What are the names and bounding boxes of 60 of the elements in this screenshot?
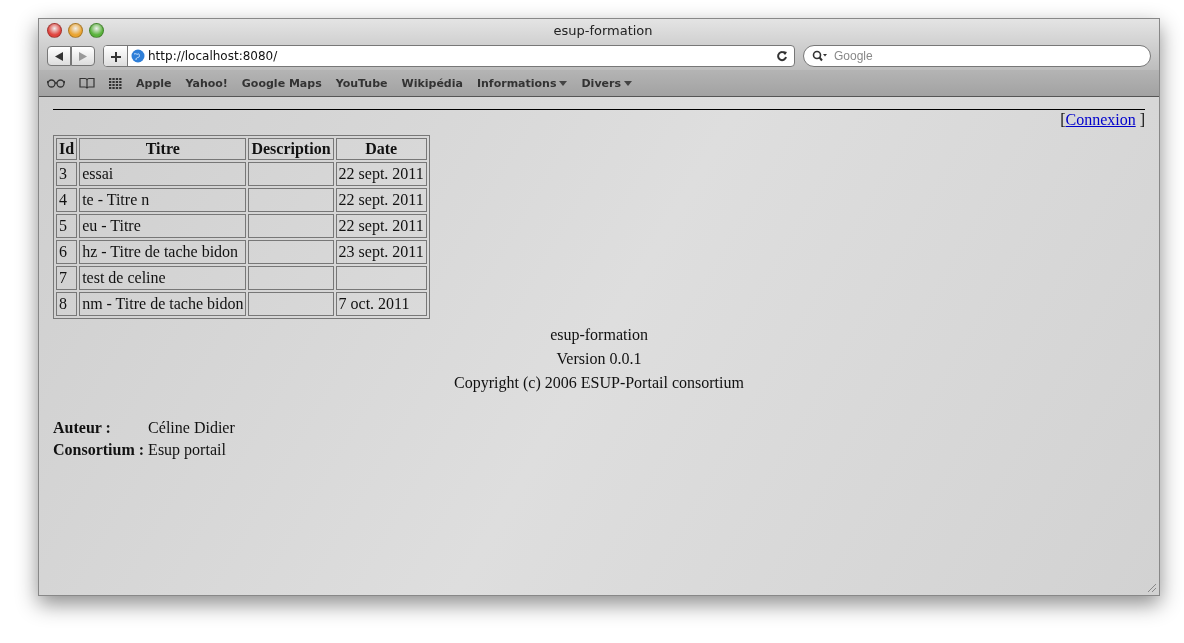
login-link[interactable]: Connexion <box>1065 111 1136 128</box>
login-text: [Connexion ] <box>1060 111 1145 129</box>
table-cell: 8 <box>56 292 78 316</box>
column-header: Id <box>56 138 78 160</box>
minimize-icon[interactable] <box>68 23 83 38</box>
bookmark-link[interactable]: Yahoo! <box>185 76 228 90</box>
table-cell: 7 oct. 2011 <box>335 292 427 316</box>
table-cell: nm - Titre de tache bidon <box>79 292 247 316</box>
table-cell: 7 <box>56 266 78 290</box>
table-cell: 5 <box>56 214 78 238</box>
bookmark-link[interactable]: Apple <box>136 76 172 90</box>
search-bar[interactable]: Google <box>803 45 1151 67</box>
footer-text: Copyright (c) 2006 ESUP-Portail consortium <box>454 373 744 394</box>
bookmark-link[interactable]: YouTube <box>335 76 388 90</box>
table-cell: 22 sept. 2011 <box>335 214 427 238</box>
info-value: Esup portail <box>148 440 227 461</box>
table-cell: hz - Titre de tache bidon <box>79 240 247 264</box>
glasses-icon[interactable] <box>47 78 65 88</box>
table-cell: 3 <box>56 162 78 186</box>
url-text: http://localhost:8080/ <box>147 49 279 63</box>
column-header: Titre <box>79 138 247 160</box>
grid-icon[interactable] <box>109 77 122 89</box>
table-cell: te - Titre n <box>79 188 247 212</box>
table-cell: 23 sept. 2011 <box>335 240 427 264</box>
table-cell: test de celine <box>79 266 247 290</box>
bookmark-link[interactable]: Wikipédia <box>401 76 463 90</box>
footer-text: esup-formation <box>550 325 648 346</box>
column-header: Date <box>335 138 427 160</box>
globe-icon <box>131 49 145 63</box>
forward-button[interactable] <box>71 46 95 66</box>
table-cell: 4 <box>56 188 78 212</box>
caret-icon <box>624 80 632 87</box>
table-cell: essai <box>79 162 247 186</box>
bookmark-link[interactable]: Divers <box>581 76 632 90</box>
table-cell: 22 sept. 2011 <box>335 188 427 212</box>
column-header: Description <box>248 138 334 160</box>
info-label: Auteur : <box>53 418 112 438</box>
back-button[interactable] <box>47 46 71 66</box>
plus-icon <box>110 51 121 62</box>
close-icon[interactable] <box>47 23 62 38</box>
table-cell: 22 sept. 2011 <box>335 162 427 186</box>
window-title: esup-formation <box>552 23 654 38</box>
info-label: Consortium : <box>53 440 145 460</box>
reload-icon[interactable] <box>776 50 788 62</box>
caret-icon <box>559 80 568 87</box>
footer-text: Version 0.0.1 <box>556 349 642 369</box>
resize-grip-icon[interactable] <box>1147 583 1157 593</box>
search-field[interactable]: Google <box>832 48 1150 64</box>
table-cell: 6 <box>56 240 78 264</box>
info-value: Céline Didier <box>148 418 235 438</box>
address-field[interactable]: http://localhost:8080/ <box>103 45 795 67</box>
bookmark-link[interactable]: Informations <box>476 76 568 90</box>
forward-icon <box>79 51 87 61</box>
back-icon <box>55 51 63 61</box>
add-bookmark-button[interactable] <box>104 46 128 66</box>
search-icon <box>812 50 828 62</box>
book-icon[interactable] <box>79 77 95 89</box>
bookmark-link[interactable]: Google Maps <box>241 76 322 90</box>
zoom-icon[interactable] <box>89 23 104 38</box>
table-cell: eu - Titre <box>79 214 247 238</box>
